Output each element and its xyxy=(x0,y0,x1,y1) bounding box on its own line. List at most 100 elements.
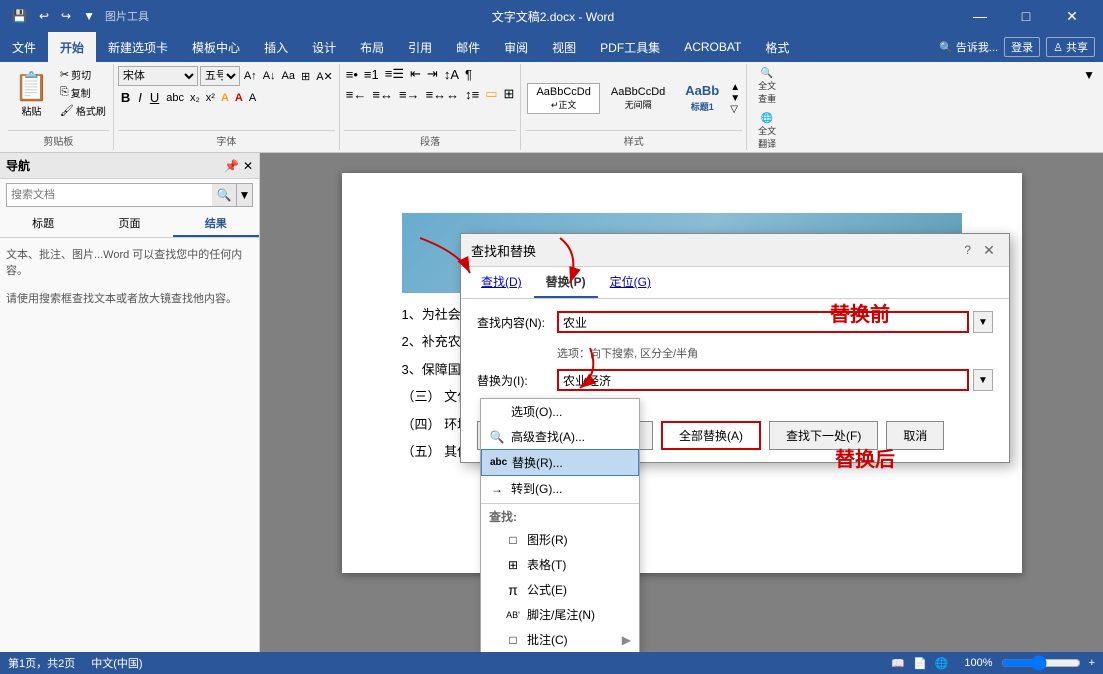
search-input[interactable] xyxy=(7,187,212,203)
font-color-btn[interactable]: A xyxy=(233,92,245,104)
read-mode-btn[interactable]: 📖 xyxy=(891,657,905,670)
ctx-options[interactable]: 选项(O)... xyxy=(481,399,639,424)
ctx-find-tables[interactable]: ⊞ 表格(T) xyxy=(481,552,639,577)
zoom-in-btn[interactable]: + xyxy=(1089,657,1095,669)
format-painter-button[interactable]: 🖌格式刷 xyxy=(57,102,109,119)
style-normal-btn[interactable]: AaBbCcDd↵正文 xyxy=(527,83,599,114)
tab-view[interactable]: 视图 xyxy=(540,32,588,62)
tab-acrobat[interactable]: ACROBAT xyxy=(672,32,753,62)
find-input[interactable] xyxy=(557,311,969,333)
ctx-find-footnotes[interactable]: AB' 脚注/尾注(N) xyxy=(481,602,639,627)
tab-reference[interactable]: 引用 xyxy=(396,32,444,62)
align-left-btn[interactable]: ≡← xyxy=(344,87,369,102)
maximize-btn[interactable]: □ xyxy=(1003,0,1049,32)
styles-expand[interactable]: ▽ xyxy=(730,104,740,115)
tab-design[interactable]: 设计 xyxy=(300,32,348,62)
dialog-help-btn[interactable]: ? xyxy=(964,243,971,257)
redo-qat-btn[interactable]: ↪ xyxy=(57,7,75,25)
border-btn[interactable]: ⊞ xyxy=(502,86,517,102)
qat-dropdown[interactable]: ▼ xyxy=(79,7,99,25)
ctx-find-formulas[interactable]: π 公式(E) xyxy=(481,577,639,602)
font-color-ext-btn[interactable]: ⊞ xyxy=(299,70,312,83)
undo-qat-btn[interactable]: ↩ xyxy=(35,7,53,25)
find-btn[interactable]: 🔍 全文查重 xyxy=(751,66,783,107)
font-name-select[interactable]: 宋体 xyxy=(118,66,198,86)
tab-home[interactable]: 开始 xyxy=(48,32,96,62)
font-shrink-btn[interactable]: A↓ xyxy=(261,70,278,82)
login-btn[interactable]: 登录 xyxy=(1004,37,1040,57)
search-dropdown-btn[interactable]: ▼ xyxy=(236,184,252,206)
bullet-list-btn[interactable]: ≡• xyxy=(344,67,360,82)
style-heading1-btn[interactable]: AaBb标题1 xyxy=(676,80,728,116)
show-marks-btn[interactable]: ¶ xyxy=(463,67,474,82)
dialog-tab-goto[interactable]: 定位(G) xyxy=(598,267,663,298)
tab-new[interactable]: 新建选项卡 xyxy=(96,32,180,62)
shading-btn[interactable]: ▭ xyxy=(483,86,499,102)
nav-tab-heading[interactable]: 标题 xyxy=(0,211,86,237)
ribbon-expand-btn[interactable]: ▼ xyxy=(1083,68,1095,82)
ctx-find-shapes[interactable]: □ 图形(R) xyxy=(481,527,639,552)
replace-dropdown-btn[interactable]: ▼ xyxy=(973,369,993,391)
subscript-btn[interactable]: x₂ xyxy=(188,92,202,104)
text-highlight-btn[interactable]: A xyxy=(219,92,231,104)
replace-all-btn[interactable]: 全部替换(A) xyxy=(661,421,761,450)
web-layout-btn[interactable]: 🌐 xyxy=(935,657,949,670)
styles-scroll-down[interactable]: ▼ xyxy=(730,93,740,104)
superscript-btn[interactable]: x² xyxy=(204,92,217,104)
dialog-tab-replace[interactable]: 替换(P) xyxy=(534,267,598,298)
ctx-replace[interactable]: abc 替换(R)... xyxy=(481,449,639,476)
print-layout-btn[interactable]: 📄 xyxy=(913,657,927,670)
indent-decrease-btn[interactable]: ⇤ xyxy=(408,66,423,82)
nav-pin-btn[interactable]: 📌 xyxy=(224,159,239,173)
line-spacing-btn[interactable]: ↕≡ xyxy=(463,87,481,102)
nav-close-btn[interactable]: ✕ xyxy=(243,159,253,173)
outline-list-btn[interactable]: ≡☰ xyxy=(383,66,406,82)
tab-layout[interactable]: 布局 xyxy=(348,32,396,62)
styles-scroll-up[interactable]: ▲ xyxy=(730,82,740,93)
zoom-slider[interactable] xyxy=(1001,655,1081,671)
sort-btn[interactable]: ↕A xyxy=(442,67,461,82)
cancel-btn[interactable]: 取消 xyxy=(886,421,944,450)
indent-increase-btn[interactable]: ⇥ xyxy=(425,66,440,82)
align-center-btn[interactable]: ≡↔ xyxy=(370,87,395,102)
dialog-tab-find[interactable]: 查找(D) xyxy=(469,267,534,298)
aa-btn[interactable]: Aa xyxy=(280,70,297,82)
ctx-goto[interactable]: → 转到(G)... xyxy=(481,476,639,501)
strikethrough-btn[interactable]: abc xyxy=(164,92,186,104)
align-right-btn[interactable]: ≡→ xyxy=(397,87,422,102)
italic-btn[interactable]: I xyxy=(135,90,145,105)
tab-mail[interactable]: 邮件 xyxy=(444,32,492,62)
font-size-select[interactable]: 五号 xyxy=(200,66,240,86)
tell-me-btn[interactable]: 🔍 告诉我... xyxy=(939,39,998,55)
dialog-close-btn[interactable]: ✕ xyxy=(979,240,999,260)
bold-btn[interactable]: B xyxy=(118,90,133,105)
style-no-space-btn[interactable]: AaBbCcDd无间隔 xyxy=(602,83,674,114)
text-effect-btn[interactable]: A xyxy=(247,92,258,104)
copy-button[interactable]: ⎘复制 xyxy=(57,84,109,101)
close-btn[interactable]: ✕ xyxy=(1049,0,1095,32)
ctx-advanced-find[interactable]: 🔍 高级查找(A)... xyxy=(481,424,639,449)
ctx-find-comments[interactable]: □ 批注(C) ▶ xyxy=(481,627,639,652)
search-btn[interactable]: 🔍 xyxy=(212,184,236,206)
underline-btn[interactable]: U xyxy=(147,90,162,105)
tab-format[interactable]: 格式 xyxy=(753,32,801,62)
find-dropdown-btn[interactable]: ▼ xyxy=(973,311,993,333)
tab-review[interactable]: 审阅 xyxy=(492,32,540,62)
replace-input[interactable] xyxy=(557,369,969,391)
font-grow-btn[interactable]: A↑ xyxy=(242,70,259,82)
tab-file[interactable]: 文件 xyxy=(0,32,48,62)
nav-tab-page[interactable]: 页面 xyxy=(86,211,172,237)
justify-btn[interactable]: ≡↔↔ xyxy=(424,87,462,102)
tab-insert[interactable]: 插入 xyxy=(252,32,300,62)
tab-template[interactable]: 模板中心 xyxy=(180,32,252,62)
nav-tab-results[interactable]: 结果 xyxy=(173,211,259,237)
cut-button[interactable]: ✂剪切 xyxy=(57,66,109,83)
clear-format-btn[interactable]: A✕ xyxy=(314,70,335,83)
tab-pdf[interactable]: PDF工具集 xyxy=(588,32,672,62)
minimize-btn[interactable]: — xyxy=(957,0,1003,32)
replace-edit-btn[interactable]: 🌐 全文翻译 xyxy=(751,111,783,152)
paste-button[interactable]: 📋 粘贴 xyxy=(8,66,55,122)
save-qat-btn[interactable]: 💾 xyxy=(8,7,31,25)
numbered-list-btn[interactable]: ≡1 xyxy=(362,67,381,82)
share-btn[interactable]: ♙ 共享 xyxy=(1046,37,1095,57)
